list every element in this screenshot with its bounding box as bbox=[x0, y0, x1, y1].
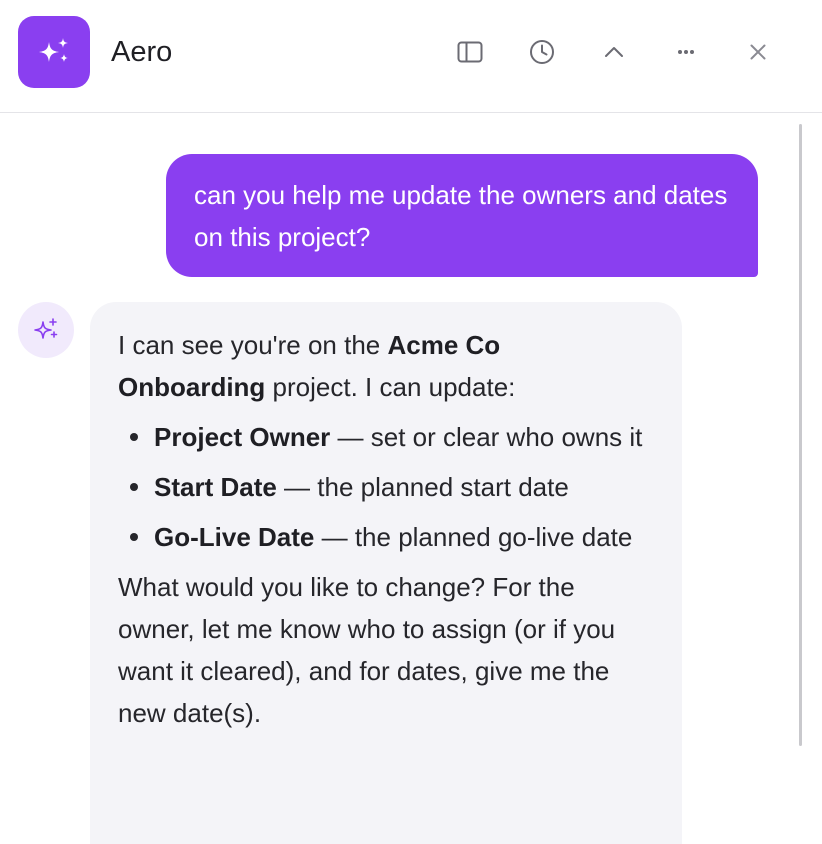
item-label: Go-Live Date bbox=[154, 522, 315, 552]
intro-suffix: project. I can update: bbox=[265, 372, 516, 402]
app-logo bbox=[18, 16, 90, 88]
item-label: Start Date bbox=[154, 472, 277, 502]
close-button[interactable] bbox=[740, 34, 776, 70]
history-icon bbox=[530, 40, 554, 64]
collapse-button[interactable] bbox=[596, 34, 632, 70]
item-description: — set or clear who owns it bbox=[330, 422, 643, 452]
user-message-text: can you help me update the owners and da… bbox=[194, 180, 728, 252]
chevron-up-icon bbox=[605, 47, 623, 57]
sidebar-toggle-icon bbox=[457, 41, 483, 63]
item-label: Project Owner bbox=[154, 422, 331, 452]
more-options-button[interactable] bbox=[668, 34, 704, 70]
assistant-closing: What would you like to change? For the o… bbox=[118, 572, 616, 728]
app-title: Aero bbox=[111, 36, 173, 68]
item-description: — the planned go-live date bbox=[314, 522, 633, 552]
assistant-intro: I can see you're on the Acme Co Onboardi… bbox=[118, 324, 654, 408]
update-options-list: Project Owner — set or clear who owns it… bbox=[118, 416, 654, 558]
close-icon bbox=[750, 44, 766, 60]
user-message: can you help me update the owners and da… bbox=[166, 154, 758, 277]
sparkle-icon bbox=[34, 318, 58, 339]
assistant-avatar bbox=[18, 302, 74, 358]
scrollbar[interactable] bbox=[799, 124, 802, 746]
assistant-message: I can see you're on the Acme Co Onboardi… bbox=[90, 302, 682, 844]
history-button[interactable] bbox=[524, 34, 560, 70]
list-item: Start Date — the planned start date bbox=[118, 466, 654, 508]
item-description: — the planned start date bbox=[276, 472, 569, 502]
list-item: Project Owner — set or clear who owns it bbox=[118, 416, 654, 458]
intro-prefix: I can see you're on the bbox=[118, 330, 388, 360]
panel-header: Aero bbox=[0, 0, 822, 113]
sidebar-toggle-button[interactable] bbox=[452, 34, 488, 70]
sparkle-icon bbox=[39, 38, 68, 62]
more-options-icon bbox=[678, 50, 694, 54]
list-item: Go-Live Date — the planned go-live date bbox=[118, 516, 654, 558]
